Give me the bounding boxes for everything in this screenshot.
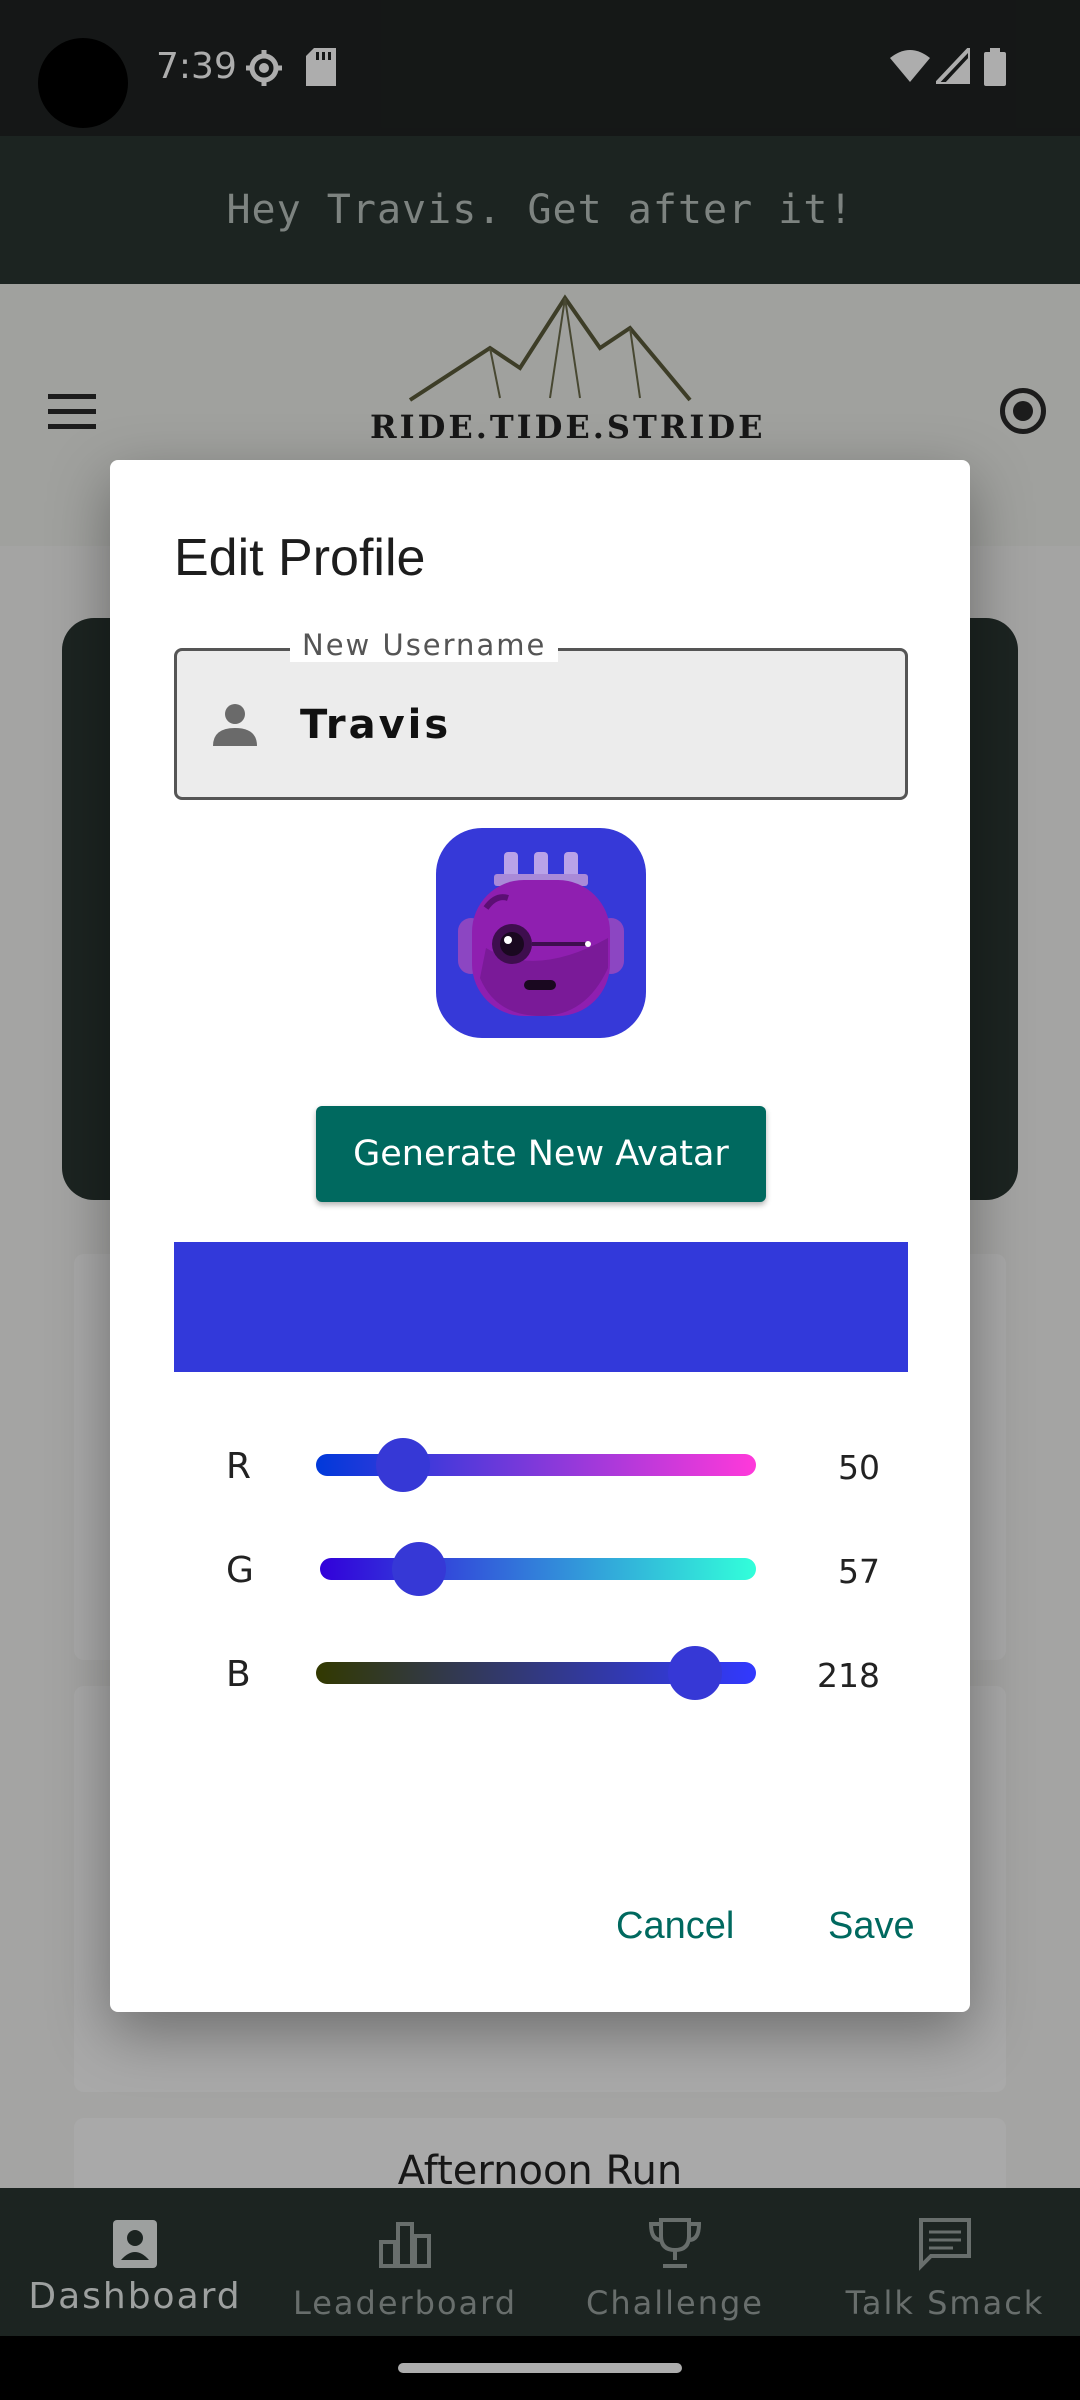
green-slider-thumb[interactable] [392,1542,446,1596]
avatar [436,828,646,1038]
red-slider-value: 50 [838,1448,880,1487]
green-slider-label: G [226,1550,254,1591]
robot-avatar-icon [458,852,624,1016]
cancel-button[interactable]: Cancel [610,1904,740,1949]
green-slider-track[interactable] [320,1558,756,1580]
username-field-label: New Username [290,628,559,662]
dialog-title: Edit Profile [174,529,426,587]
blue-slider-thumb[interactable] [668,1646,722,1700]
generate-avatar-button[interactable]: Generate New Avatar [316,1106,766,1202]
save-button[interactable]: Save [822,1904,921,1949]
username-input[interactable] [300,702,860,748]
person-icon [213,704,257,746]
blue-slider-value: 218 [817,1656,880,1695]
edit-profile-dialog: Edit Profile New Username Generate New A… [110,460,970,2012]
blue-slider-label: B [226,1654,251,1695]
red-slider-label: R [226,1446,252,1487]
color-preview-swatch [174,1242,908,1372]
green-slider-value: 57 [838,1552,880,1591]
red-slider-thumb[interactable] [376,1438,430,1492]
